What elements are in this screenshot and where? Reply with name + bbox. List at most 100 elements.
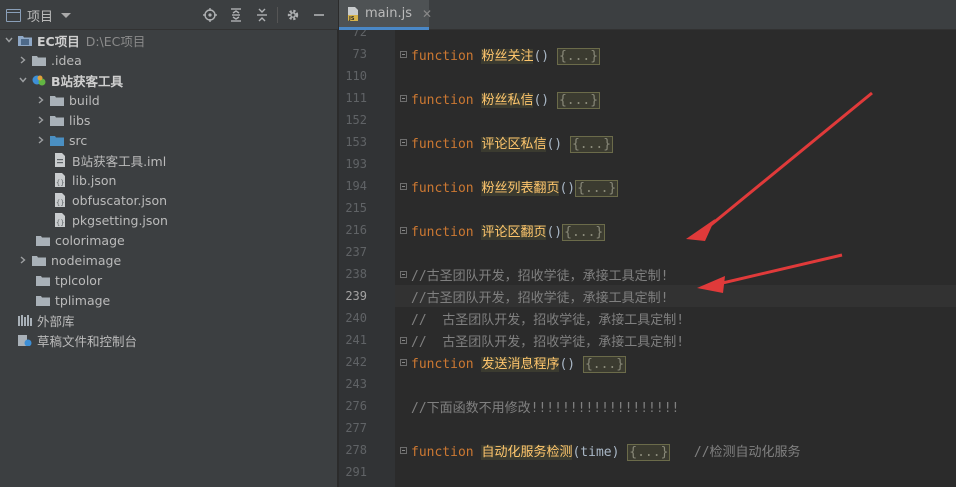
close-icon[interactable]: ✕ xyxy=(422,7,432,21)
keyword: function xyxy=(411,357,474,372)
tree-item-label: obfuscator.json xyxy=(72,192,168,208)
tree-item-label: libs xyxy=(69,112,91,128)
locate-icon[interactable] xyxy=(197,6,223,24)
folded-block[interactable]: {...} xyxy=(627,444,671,461)
keyword: function xyxy=(411,137,474,152)
fold-marker-icon[interactable] xyxy=(400,183,407,190)
tree-item-ec-project[interactable]: EC项目 D:\EC项目 xyxy=(0,30,342,50)
tree-item-label: 外部库 xyxy=(37,313,75,329)
tree-item-label: B站获客工具 xyxy=(51,73,124,89)
js-file-icon: JS xyxy=(347,6,359,22)
json-file-icon: {} xyxy=(54,173,66,187)
parens: () xyxy=(559,181,576,196)
code-line: function 粉丝列表翻页() {...} xyxy=(411,177,619,197)
fold-marker-icon[interactable] xyxy=(400,359,407,366)
tree-item-external-libraries[interactable]: 外部库 xyxy=(0,310,356,330)
keyword: function xyxy=(411,49,474,64)
code-line: function 粉丝关注() {...} xyxy=(411,45,601,65)
tree-item-iml[interactable]: B站获客工具.iml xyxy=(0,150,392,170)
fold-marker-icon[interactable] xyxy=(400,139,407,146)
fold-marker-icon[interactable] xyxy=(400,95,407,102)
project-panel: 项目 EC项目 D:\EC项目 .idea B站获客工具 build libs … xyxy=(0,0,338,487)
keyword: function xyxy=(411,225,474,240)
folder-icon xyxy=(36,295,50,306)
project-panel-header: 项目 xyxy=(0,0,338,30)
fold-marker-icon[interactable] xyxy=(400,227,407,234)
keyword: function xyxy=(411,181,474,196)
expand-all-icon[interactable] xyxy=(223,6,249,24)
line-number: 240 xyxy=(345,311,367,325)
fold-marker-icon[interactable] xyxy=(400,271,407,278)
tree-item-colorimage[interactable]: colorimage xyxy=(0,230,374,250)
chevron-right-icon[interactable] xyxy=(36,95,46,105)
ide-window: 项目 EC项目 D:\EC项目 .idea B站获客工具 build libs … xyxy=(0,0,956,487)
function-name: 粉丝私信 xyxy=(481,93,534,108)
fold-marker-icon[interactable] xyxy=(400,447,407,454)
parens: () xyxy=(546,137,563,152)
tree-item-label: B站获客工具.iml xyxy=(72,153,167,169)
folder-icon xyxy=(32,55,46,66)
chevron-right-icon[interactable] xyxy=(36,115,46,125)
tab-label: main.js xyxy=(365,6,412,21)
comment-line: // 古圣团队开发，招收学徒，承接工具定制! xyxy=(411,335,685,350)
project-panel-toolbar xyxy=(197,6,332,24)
folder-icon xyxy=(36,235,50,246)
function-name: 发送消息程序 xyxy=(481,357,560,372)
gear-icon[interactable] xyxy=(280,6,306,24)
folded-block[interactable]: {...} xyxy=(562,224,606,241)
tree-item-tplimage[interactable]: tplimage xyxy=(0,290,374,310)
svg-text:{}: {} xyxy=(56,179,64,187)
minimize-icon[interactable] xyxy=(306,6,332,24)
tree-item-tplcolor[interactable]: tplcolor xyxy=(0,270,374,290)
tree-item-idea[interactable]: .idea xyxy=(0,50,356,70)
parens: () xyxy=(533,93,550,108)
tree-item-module[interactable]: B站获客工具 xyxy=(0,70,356,90)
red-arrow-icon xyxy=(686,91,873,241)
chevron-right-icon[interactable] xyxy=(18,255,28,265)
tab-main-js[interactable]: JS main.js ✕ xyxy=(339,0,432,30)
tree-item-libs[interactable]: libs xyxy=(0,110,374,130)
chevron-right-icon[interactable] xyxy=(18,55,28,65)
line-number: 73 xyxy=(352,47,367,61)
folded-block[interactable]: {...} xyxy=(569,136,614,153)
line-number: 216 xyxy=(345,223,367,237)
fold-marker-icon[interactable] xyxy=(400,337,407,344)
project-view-selector[interactable]: 项目 xyxy=(6,6,72,25)
tree-item-scratches[interactable]: 草稿文件和控制台 xyxy=(0,330,356,350)
comment-line: //古圣团队开发，招收学徒，承接工具定制! xyxy=(411,291,669,306)
project-icon xyxy=(6,9,21,22)
iml-file-icon xyxy=(54,153,66,167)
tree-item-label: lib.json xyxy=(72,172,117,188)
fold-marker-icon[interactable] xyxy=(400,51,407,58)
tree-item-build[interactable]: build xyxy=(0,90,374,110)
folded-block[interactable]: {...} xyxy=(582,356,627,373)
line-number: 291 xyxy=(345,465,367,479)
line-number: 111 xyxy=(345,91,367,105)
line-number: 276 xyxy=(345,399,367,413)
line-number: 215 xyxy=(345,201,367,215)
source-folder-icon xyxy=(50,135,64,146)
tree-item-label: .idea xyxy=(51,52,82,68)
tree-item-pkgsetting-json[interactable]: {} pkgsetting.json xyxy=(0,210,392,230)
parens: (time) xyxy=(572,445,620,460)
library-icon xyxy=(18,314,32,326)
tree-item-src[interactable]: src xyxy=(0,130,374,150)
function-name: 粉丝关注 xyxy=(481,49,534,64)
chevron-down-icon[interactable] xyxy=(18,75,28,85)
tree-item-nodeimage[interactable]: nodeimage xyxy=(0,250,356,270)
code-editor[interactable]: 72 73 110 111 152 153 193 194 215 216 23… xyxy=(339,30,956,487)
line-number: 110 xyxy=(345,69,367,83)
tree-item-lib-json[interactable]: {} lib.json xyxy=(0,170,392,190)
folder-icon xyxy=(36,275,50,286)
chevron-right-icon[interactable] xyxy=(36,135,46,145)
collapse-all-icon[interactable] xyxy=(249,6,275,24)
folded-block[interactable]: {...} xyxy=(556,92,601,109)
code-line: function 粉丝私信() {...} xyxy=(411,89,601,109)
tree-item-obfuscator-json[interactable]: {} obfuscator.json xyxy=(0,190,392,210)
parens: () xyxy=(559,357,576,372)
folded-block[interactable]: {...} xyxy=(556,48,601,65)
line-number: 278 xyxy=(345,443,367,457)
module-icon xyxy=(32,75,46,86)
folded-block[interactable]: {...} xyxy=(575,180,619,197)
chevron-down-icon[interactable] xyxy=(4,35,14,45)
